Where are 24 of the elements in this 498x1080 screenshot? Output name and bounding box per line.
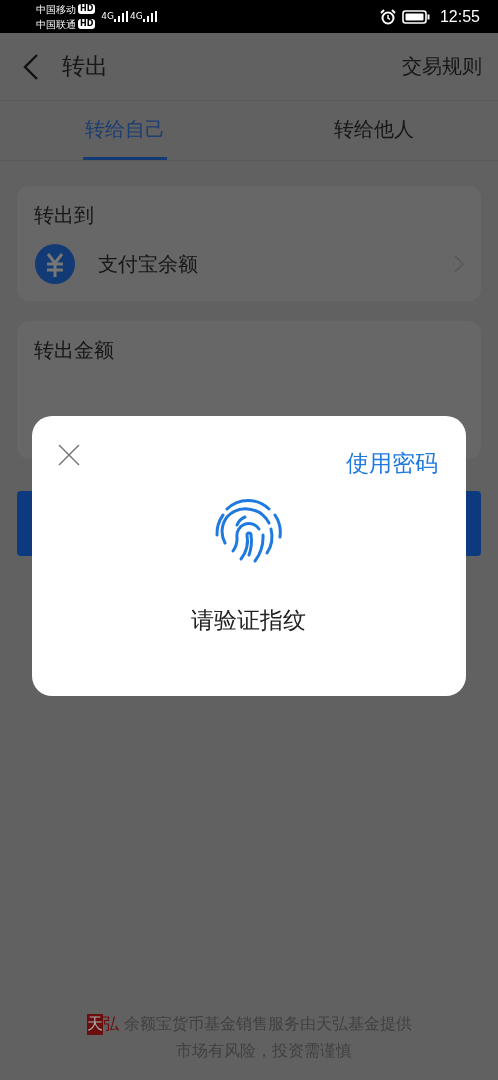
tab[interactable]: 转给自己 xyxy=(82,101,167,160)
network-type: 4G xyxy=(130,11,143,21)
carrier-name: 中国联通 xyxy=(36,17,76,32)
battery-icon xyxy=(401,9,430,24)
alarm-icon xyxy=(379,8,396,25)
back-icon[interactable] xyxy=(22,52,40,81)
rules-link[interactable]: 交易规则 xyxy=(402,53,482,80)
signal-icon xyxy=(114,11,129,22)
dialog-prompt: 请验证指纹 xyxy=(190,606,306,635)
clock-time: 12:55 xyxy=(439,7,480,26)
card-label: 转出金额 xyxy=(34,337,115,364)
signal-icon xyxy=(142,11,157,22)
carrier-name: 中国移动 xyxy=(36,2,76,17)
hd-badge: HD xyxy=(78,19,96,29)
tab[interactable]: 转给他人 xyxy=(331,101,416,160)
yuan-coin-icon xyxy=(34,243,76,285)
account-name[interactable]: 支付宝余额 xyxy=(98,250,198,278)
network-type: 4G xyxy=(101,11,115,21)
page-title: 转出 xyxy=(62,52,108,81)
fund-logo: 天弘 xyxy=(86,1014,119,1035)
use-password-link[interactable]: 使用密码 xyxy=(346,448,438,479)
close-icon[interactable] xyxy=(58,444,80,466)
hd-badge: HD xyxy=(78,4,96,14)
card-label: 转出到 xyxy=(34,202,95,229)
